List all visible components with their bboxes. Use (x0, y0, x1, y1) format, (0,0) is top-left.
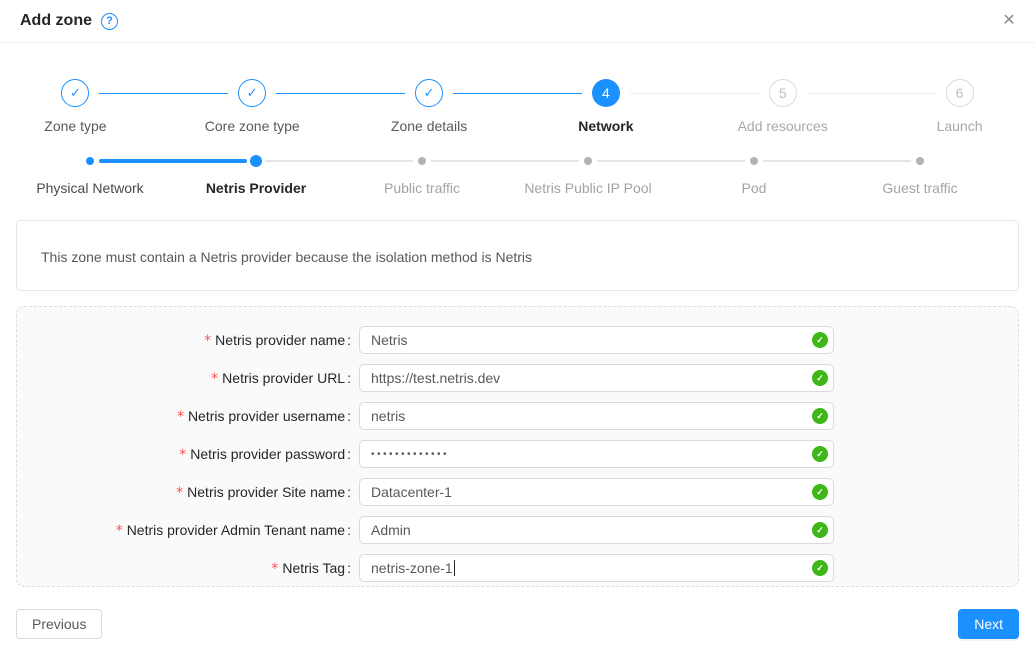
required-asterisk: * (211, 371, 218, 387)
step-number: 5 (769, 79, 797, 107)
substep-label: Netris Provider (173, 180, 339, 196)
field-label: *Netris provider password: (17, 446, 359, 463)
step-zone-type[interactable]: ✓ Zone type (0, 79, 164, 134)
valid-check-icon: ✓ (812, 332, 828, 348)
step-label: Core zone type (164, 118, 341, 134)
step-check-icon: ✓ (238, 79, 266, 107)
step-label: Add resources (694, 118, 871, 134)
substep-label: Physical Network (7, 180, 173, 196)
field-label: *Netris provider URL: (17, 370, 359, 387)
netris-provider-name-input[interactable]: Netris ✓ (359, 326, 834, 354)
input-value-masked: ••••••••••••• (371, 449, 449, 460)
form-row-admin-tenant-name: *Netris provider Admin Tenant name: Admi… (17, 516, 1018, 544)
step-check-icon: ✓ (61, 79, 89, 107)
close-icon[interactable]: ✕ (999, 11, 1019, 31)
netris-provider-site-name-input[interactable]: Datacenter-1 ✓ (359, 478, 834, 506)
form-row-provider-username: *Netris provider username: netris ✓ (17, 402, 1018, 430)
netris-provider-url-input[interactable]: https://test.netris.dev ✓ (359, 364, 834, 392)
previous-button[interactable]: Previous (16, 609, 102, 639)
substep-label: Netris Public IP Pool (505, 180, 671, 196)
input-value: Admin (371, 522, 411, 538)
valid-check-icon: ✓ (812, 522, 828, 538)
valid-check-icon: ✓ (812, 446, 828, 462)
step-network[interactable]: 4 Network (517, 79, 694, 134)
input-value: Netris (371, 332, 408, 348)
substep-dot (86, 157, 94, 165)
step-check-icon: ✓ (415, 79, 443, 107)
required-asterisk: * (271, 561, 278, 577)
step-number: 6 (946, 79, 974, 107)
required-asterisk: * (177, 409, 184, 425)
text-cursor (454, 560, 455, 576)
field-label: *Netris Tag: (17, 560, 359, 577)
input-value: netris-zone-1 (371, 560, 453, 576)
isolation-notice-text: This zone must contain a Netris provider… (41, 249, 532, 265)
substep-label: Pod (671, 180, 837, 196)
step-add-resources[interactable]: 5 Add resources (694, 79, 871, 134)
input-value: https://test.netris.dev (371, 370, 500, 386)
required-asterisk: * (179, 447, 186, 463)
dialog-footer: Previous Next (16, 609, 1019, 639)
substep-label: Guest traffic (837, 180, 1003, 196)
required-asterisk: * (176, 485, 183, 501)
field-label: *Netris provider Admin Tenant name: (17, 522, 359, 539)
netris-admin-tenant-name-input[interactable]: Admin ✓ (359, 516, 834, 544)
substep-dot (750, 157, 758, 165)
next-button[interactable]: Next (958, 609, 1019, 639)
valid-check-icon: ✓ (812, 408, 828, 424)
form-row-provider-password: *Netris provider password: •••••••••••••… (17, 440, 1018, 468)
network-substeps: Physical Network Netris Provider Public … (7, 155, 1003, 196)
step-label: Launch (871, 118, 1035, 134)
substep-label: Public traffic (339, 180, 505, 196)
step-label: Network (517, 118, 694, 134)
valid-check-icon: ✓ (812, 560, 828, 576)
substep-guest-traffic[interactable]: Guest traffic (837, 155, 1003, 196)
field-label: *Netris provider name: (17, 332, 359, 349)
input-value: netris (371, 408, 405, 424)
netris-provider-password-input[interactable]: ••••••••••••• ✓ (359, 440, 834, 468)
valid-check-icon: ✓ (812, 484, 828, 500)
step-label: Zone details (341, 118, 518, 134)
field-label: *Netris provider username: (17, 408, 359, 425)
isolation-notice: This zone must contain a Netris provider… (16, 220, 1019, 291)
netris-provider-form: *Netris provider name: Netris ✓ *Netris … (16, 306, 1019, 587)
form-row-site-name: *Netris provider Site name: Datacenter-1… (17, 478, 1018, 506)
field-label: *Netris provider Site name: (17, 484, 359, 501)
dialog-header: Add zone ? ✕ (0, 0, 1035, 43)
substep-dot (584, 157, 592, 165)
required-asterisk: * (116, 523, 123, 539)
form-row-provider-name: *Netris provider name: Netris ✓ (17, 326, 1018, 354)
netris-tag-input[interactable]: netris-zone-1 ✓ (359, 554, 834, 582)
required-asterisk: * (204, 333, 211, 349)
step-label: Zone type (0, 118, 164, 134)
step-zone-details[interactable]: ✓ Zone details (341, 79, 518, 134)
netris-provider-username-input[interactable]: netris ✓ (359, 402, 834, 430)
form-row-netris-tag: *Netris Tag: netris-zone-1 ✓ (17, 554, 1018, 582)
wizard-steps: ✓ Zone type ✓ Core zone type ✓ Zone deta… (0, 79, 1035, 134)
help-icon[interactable]: ? (101, 13, 118, 30)
input-value: Datacenter-1 (371, 484, 452, 500)
substep-dot (418, 157, 426, 165)
dialog-title: Add zone (20, 12, 92, 30)
substep-dot (250, 155, 262, 167)
step-launch[interactable]: 6 Launch (871, 79, 1035, 134)
substep-dot (916, 157, 924, 165)
step-number: 4 (592, 79, 620, 107)
form-row-provider-url: *Netris provider URL: https://test.netri… (17, 364, 1018, 392)
step-core-zone-type[interactable]: ✓ Core zone type (164, 79, 341, 134)
valid-check-icon: ✓ (812, 370, 828, 386)
